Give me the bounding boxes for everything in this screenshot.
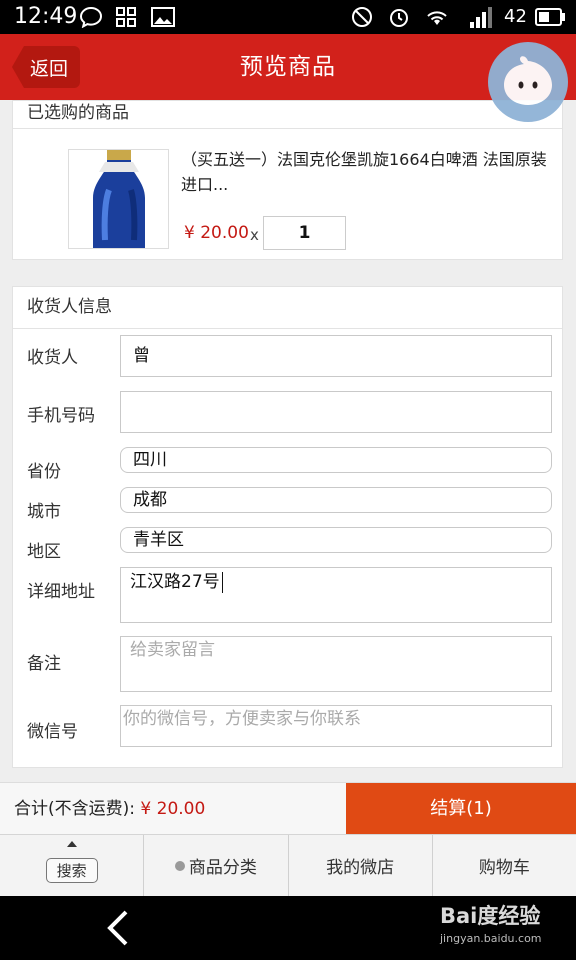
baidu-jingyan-watermark: Bai度经验 jingyan.baidu.com (440, 900, 542, 945)
selected-goods-title: 已选购的商品 (13, 101, 562, 129)
up-arrow-icon (67, 841, 77, 847)
grid-icon (115, 6, 137, 28)
alarm-icon (386, 6, 412, 28)
signal-icon (463, 6, 495, 28)
note-label: 备注 (27, 654, 61, 674)
nav-categories-label: 商品分类 (188, 858, 257, 878)
address-textarea[interactable]: 江汉路27号 (120, 567, 552, 623)
wechat-label: 微信号 (27, 722, 78, 742)
watermark-logo: Bai度经验 (440, 904, 541, 928)
address-label: 详细地址 (27, 582, 95, 602)
receiver-name-label: 收货人 (27, 348, 78, 368)
wechat-input[interactable]: 你的微信号，方便卖家与你联系 (120, 705, 552, 747)
district-select[interactable]: 青羊区 (120, 527, 552, 553)
battery-icon (534, 6, 566, 28)
call-muted-icon (350, 6, 374, 28)
nav-my-shop[interactable]: 我的微店 (289, 835, 433, 896)
total-text: 合计(不含运费): ¥ 20.00 (14, 783, 205, 835)
content-area: 已选购的商品 （买五送一）法国克伦堡凯旋1664白啤酒 法国原装进口... ¥ … (0, 100, 576, 782)
total-amount: ¥ 20.00 (140, 799, 206, 819)
chat-mascot-icon (504, 56, 552, 105)
note-textarea[interactable]: 给卖家留言 (120, 636, 552, 692)
nav-cart-label: 购物车 (478, 858, 530, 878)
bottom-nav: 搜索 商品分类 我的微店 购物车 (0, 834, 576, 896)
battery-level: 42 (504, 6, 527, 27)
nav-search-label: 搜索 (45, 858, 98, 883)
receiver-info-card: 收货人信息 收货人 曾 手机号码 省份 四川 城市 成都 地区 青羊区 详细地址… (12, 286, 563, 768)
text-cursor (221, 571, 223, 593)
back-button[interactable]: 返回 (12, 46, 80, 88)
checkout-button[interactable]: 结算(1) (346, 783, 576, 835)
selected-goods-card: 已选购的商品 （买五送一）法国克伦堡凯旋1664白啤酒 法国原装进口... ¥ … (12, 100, 563, 260)
total-bar: 合计(不含运费): ¥ 20.00 结算(1) (0, 782, 576, 835)
wifi-icon (423, 6, 451, 28)
receiver-name-input[interactable]: 曾 (120, 335, 552, 377)
province-label: 省份 (27, 462, 61, 482)
assistant-bubble-button[interactable] (488, 42, 568, 122)
menu-icon (174, 860, 185, 871)
times-sign: x (250, 226, 259, 244)
province-select[interactable]: 四川 (120, 447, 552, 473)
total-label: 合计(不含运费): (14, 799, 141, 819)
system-back-icon[interactable] (104, 908, 132, 952)
nav-my-shop-label: 我的微店 (326, 858, 395, 878)
beer-bottle-image (69, 150, 168, 248)
image-icon (150, 6, 176, 28)
receiver-info-title: 收货人信息 (13, 287, 562, 329)
product-name[interactable]: （买五送一）法国克伦堡凯旋1664白啤酒 法国原装进口... (181, 147, 551, 197)
product-image[interactable] (68, 149, 169, 249)
system-nav-bar: Bai度经验 jingyan.baidu.com (0, 896, 576, 960)
district-label: 地区 (27, 542, 61, 562)
status-bar: 12:49 42 (0, 0, 576, 34)
watermark-url: jingyan.baidu.com (440, 932, 542, 945)
address-value: 江汉路27号 (130, 572, 220, 592)
city-label: 城市 (27, 502, 61, 522)
city-select[interactable]: 成都 (120, 487, 552, 513)
chat-bubble-icon (78, 6, 104, 28)
phone-label: 手机号码 (27, 406, 95, 426)
phone-input[interactable] (120, 391, 552, 433)
nav-cart[interactable]: 购物车 (433, 835, 576, 896)
nav-search[interactable]: 搜索 (0, 835, 145, 896)
status-time: 12:49 (14, 4, 78, 29)
product-price: ¥ 20.00 (184, 223, 249, 243)
nav-categories[interactable]: 商品分类 (144, 835, 289, 896)
quantity-input[interactable]: 1 (263, 216, 346, 250)
